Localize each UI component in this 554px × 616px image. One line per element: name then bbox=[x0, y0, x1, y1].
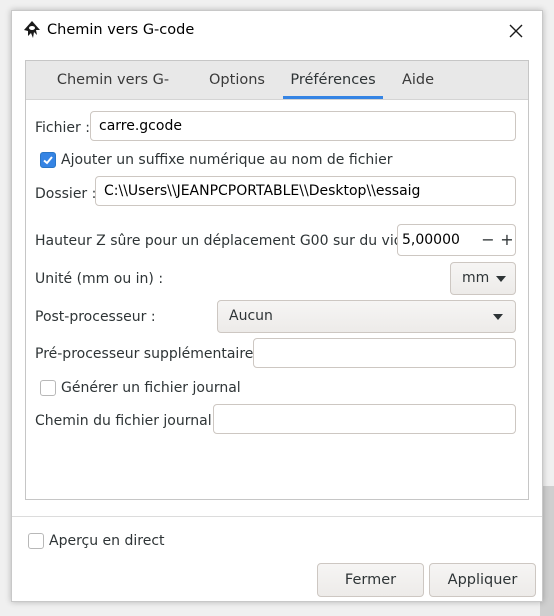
journal-checkbox[interactable] bbox=[40, 380, 56, 396]
window-title: Chemin vers G-code bbox=[47, 22, 195, 38]
suffixe-checkbox[interactable] bbox=[40, 152, 56, 168]
pre-processeur-label: Pré-processeur supplémentaire : bbox=[35, 346, 263, 362]
journal-label: Générer un fichier journal bbox=[61, 380, 241, 396]
post-processeur-label: Post-processeur : bbox=[35, 309, 156, 325]
fichier-label: Fichier : bbox=[35, 120, 90, 136]
post-processeur-value: Aucun bbox=[229, 308, 273, 324]
apercu-checkbox[interactable] bbox=[28, 533, 44, 549]
pre-processeur-field[interactable] bbox=[253, 338, 516, 368]
close-button[interactable] bbox=[502, 17, 530, 45]
dialog-window: Chemin vers G-code Chemin vers G-code Op… bbox=[11, 10, 543, 602]
hauteur-z-spinbutton: 5,00000 − + bbox=[397, 224, 516, 256]
tab-preferences[interactable]: Préférences bbox=[283, 61, 383, 99]
unite-label: Unité (mm ou in) : bbox=[35, 271, 164, 287]
post-processeur-dropdown[interactable]: Aucun bbox=[217, 300, 516, 333]
hauteur-z-label: Hauteur Z sûre pour un déplacement G00 s… bbox=[35, 233, 421, 249]
inkscape-icon bbox=[22, 20, 42, 40]
decrement-button[interactable]: − bbox=[480, 225, 496, 255]
unite-dropdown[interactable]: mm bbox=[450, 262, 516, 295]
title-bar: Chemin vers G-code bbox=[12, 11, 542, 51]
fermer-button[interactable]: Fermer bbox=[317, 563, 424, 597]
unite-value: mm bbox=[462, 270, 490, 286]
close-icon bbox=[509, 24, 523, 38]
fichier-field[interactable]: carre.gcode bbox=[90, 111, 516, 141]
footer-separator bbox=[12, 516, 542, 517]
checkmark-icon bbox=[43, 156, 53, 165]
chemin-journal-field[interactable] bbox=[213, 404, 516, 434]
tab-aide[interactable]: Aide bbox=[392, 61, 444, 99]
dossier-field[interactable]: C:\\Users\\JEANPCPORTABLE\\Desktop\\essa… bbox=[95, 176, 516, 206]
tab-chemin-vers-gcode[interactable]: Chemin vers G-code bbox=[40, 61, 186, 126]
dossier-label: Dossier : bbox=[35, 186, 97, 202]
chemin-journal-label: Chemin du fichier journal : bbox=[35, 413, 221, 429]
tab-options[interactable]: Options bbox=[198, 61, 276, 99]
suffixe-label: Ajouter un suffixe numérique au nom de f… bbox=[61, 152, 393, 168]
increment-button[interactable]: + bbox=[499, 225, 515, 255]
chevron-down-icon bbox=[493, 314, 503, 320]
hauteur-z-value[interactable]: 5,00000 bbox=[398, 225, 460, 255]
appliquer-button[interactable]: Appliquer bbox=[429, 563, 536, 597]
tab-bar: Chemin vers G-code Options Préférences A… bbox=[26, 61, 528, 126]
chevron-down-icon bbox=[496, 276, 506, 282]
notebook: Chemin vers G-code Options Préférences A… bbox=[25, 60, 529, 500]
apercu-label: Aperçu en direct bbox=[49, 533, 165, 549]
